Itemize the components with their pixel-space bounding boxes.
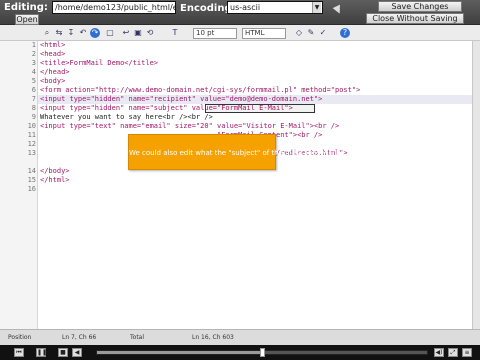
syntax-select[interactable]: HTML [242, 28, 286, 39]
line-number: 13 [27, 149, 36, 157]
line-number: 4 [31, 68, 36, 76]
code-line: Whatever you want to say here<br /><br /… [40, 113, 213, 121]
save-changes-button[interactable]: Save Changes [378, 1, 462, 12]
video-player-controls: ⏮ ❚❚ ■ ◀ ◀) ⤢ ≡ [0, 345, 480, 360]
encoding-value: us-ascii [230, 3, 261, 12]
search-icon[interactable]: ⌕ [42, 28, 52, 38]
step-back-icon[interactable]: ◀ [72, 348, 82, 357]
pencil-icon[interactable]: ✎ [306, 28, 316, 38]
stop-icon[interactable]: ■ [58, 348, 68, 357]
line-number: 7 [31, 95, 36, 103]
editor-title-bar: Editing: /home/demo123/public_html/email… [0, 0, 480, 25]
line-number: 8 [31, 104, 36, 112]
chevron-down-icon: ▼ [312, 2, 321, 13]
line-number: 11 [27, 131, 36, 139]
redo-icon[interactable]: ↷ [90, 28, 100, 38]
close-without-saving-button[interactable]: Close Without Saving [366, 13, 464, 24]
status-bar: Position Ln 7, Ch 66 Total Ln 16, Ch 603 [0, 329, 480, 345]
code-editor[interactable]: 1 2 3 4 5 6 7 8 9 10 11 12 13 14 15 16 <… [0, 41, 472, 329]
line-number: 9 [31, 113, 36, 121]
text-size-icon[interactable]: T [170, 28, 180, 38]
tutorial-callout: We could also edit what the "subject" of… [128, 134, 345, 170]
code-line: </html> [40, 176, 70, 184]
mouse-cursor-icon [332, 4, 344, 16]
reset-icon[interactable]: ⟲ [145, 28, 155, 38]
volume-icon[interactable]: ◀) [434, 348, 444, 357]
line-number: 1 [31, 41, 36, 49]
menu-icon[interactable]: ≡ [462, 348, 472, 357]
check-icon[interactable]: ✓ [318, 28, 328, 38]
position-value: Ln 7, Ch 66 [62, 334, 97, 341]
seek-bar-handle[interactable] [260, 348, 265, 357]
code-line: </body> [40, 167, 70, 175]
code-line: <head> [40, 50, 66, 58]
code-line: <input type="hidden" name="subject" valu… [40, 104, 293, 112]
editor-toolbar: ⌕ ⇆ ↧ ↶ ↷ ▢ ↩ ▣ ⟲ T 10 pt HTML ◇ ✎ ✓ ? [0, 25, 480, 41]
open-button[interactable]: Open [15, 14, 39, 25]
total-value: Ln 16, Ch 603 [192, 334, 234, 341]
line-number: 10 [27, 122, 36, 130]
undo-icon[interactable]: ↶ [78, 28, 88, 38]
code-line: <title>FormMail Demo</title> [40, 59, 159, 67]
code-line: <html> [40, 41, 66, 49]
highlight-icon[interactable]: ▣ [133, 28, 143, 38]
font-size-select[interactable]: 10 pt [193, 28, 237, 39]
line-number: 2 [31, 50, 36, 58]
position-label: Position [8, 334, 32, 341]
file-path-field[interactable]: /home/demo123/public_html/emailfor [52, 1, 176, 14]
code-line: <body> [40, 77, 66, 85]
seek-bar-fill [97, 351, 262, 354]
line-number: 15 [27, 176, 36, 184]
total-label: Total [130, 334, 145, 341]
line-number: 6 [31, 86, 36, 94]
goto-line-icon[interactable]: ↧ [66, 28, 76, 38]
tag-icon[interactable]: ◇ [294, 28, 304, 38]
rewind-icon[interactable]: ⏮ [14, 348, 24, 357]
line-number: 12 [27, 140, 36, 148]
pause-icon[interactable]: ❚❚ [36, 348, 47, 357]
line-number: 16 [27, 185, 36, 193]
fullscreen-icon[interactable]: ▢ [105, 28, 115, 38]
line-number: 14 [27, 167, 36, 175]
editor-vertical-scrollbar[interactable] [472, 41, 480, 329]
seek-bar[interactable] [96, 348, 428, 357]
line-number: 5 [31, 77, 36, 85]
code-line: </head> [40, 68, 70, 76]
code-line: <form action="http://www.demo-domain.net… [40, 86, 361, 94]
fullscreen-toggle-icon[interactable]: ⤢ [448, 348, 458, 357]
help-icon[interactable]: ? [340, 28, 350, 38]
line-number: 3 [31, 59, 36, 67]
code-line: <input type="hidden" name="recipient" va… [40, 95, 323, 103]
wrap-icon[interactable]: ↩ [121, 28, 131, 38]
encoding-select[interactable]: us-ascii ▼ [227, 1, 323, 14]
code-line: <input type="text" name="email" size="20… [40, 122, 340, 130]
editing-label: Editing: [4, 2, 48, 13]
replace-icon[interactable]: ⇆ [54, 28, 64, 38]
